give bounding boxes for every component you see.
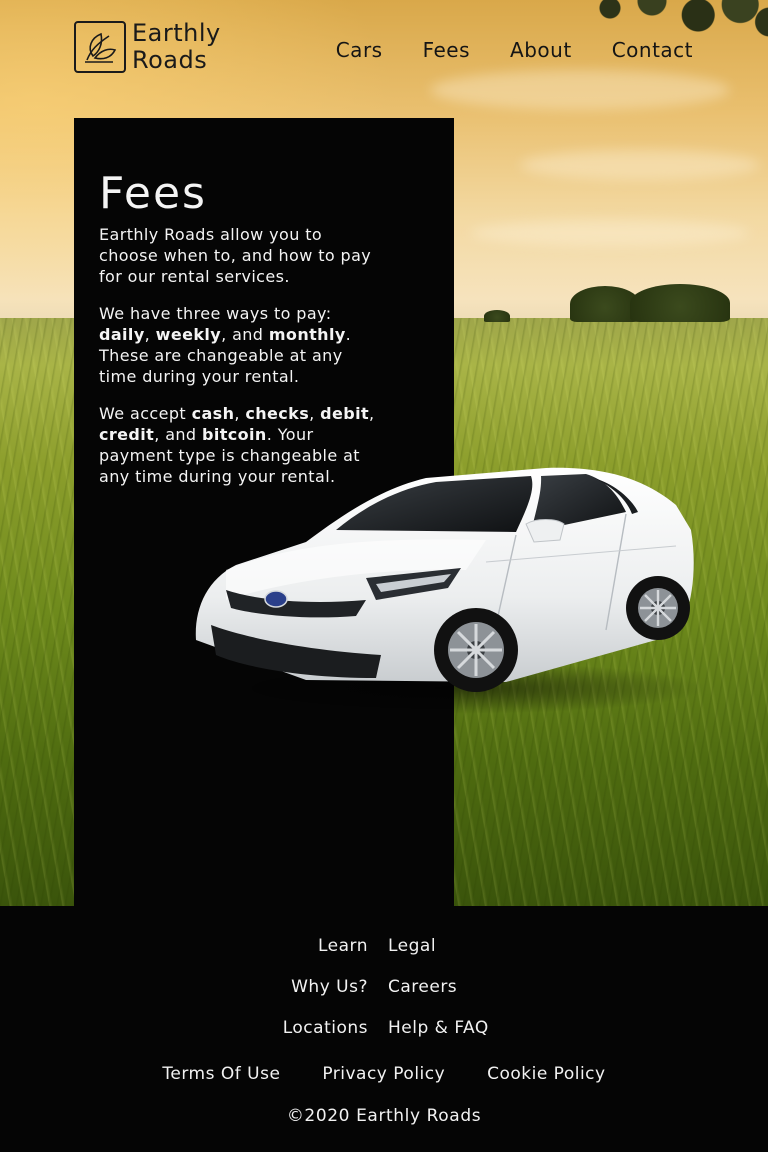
cloud bbox=[430, 70, 730, 110]
policy-links: Terms Of Use Privacy Policy Cookie Polic… bbox=[0, 1064, 768, 1084]
cloud bbox=[520, 150, 760, 180]
nav-contact[interactable]: Contact bbox=[612, 38, 693, 62]
page-title: Fees bbox=[99, 168, 207, 219]
footer-link-learn[interactable]: Learn bbox=[318, 936, 368, 956]
footer-row: Locations Help & FAQ bbox=[0, 1018, 768, 1059]
footer-link-careers[interactable]: Careers bbox=[388, 977, 457, 997]
cookie-policy-link[interactable]: Cookie Policy bbox=[487, 1064, 606, 1084]
brand-name-line2: Roads bbox=[132, 46, 208, 74]
option-daily: daily bbox=[99, 325, 145, 344]
copyright: ©2020 Earthly Roads bbox=[286, 1106, 482, 1126]
method-cash: cash bbox=[191, 404, 235, 423]
method-bitcoin: bitcoin bbox=[201, 425, 267, 444]
main-nav: Cars Fees About Contact bbox=[296, 38, 693, 62]
option-monthly: monthly bbox=[268, 325, 346, 344]
privacy-policy-link[interactable]: Privacy Policy bbox=[322, 1064, 445, 1084]
method-credit: credit bbox=[99, 425, 155, 444]
footer-link-locations[interactable]: Locations bbox=[283, 1018, 368, 1038]
footer-row: Learn Legal bbox=[0, 936, 768, 977]
text-fragment: , bbox=[309, 404, 321, 423]
footer-row: Why Us? Careers bbox=[0, 977, 768, 1018]
brand-logo[interactable]: Earthly Roads bbox=[74, 20, 221, 74]
footer-link-legal[interactable]: Legal bbox=[388, 936, 436, 956]
brand-name-line1: Earthly bbox=[132, 19, 221, 47]
text-fragment: We accept bbox=[99, 404, 192, 423]
tree bbox=[630, 284, 730, 322]
footer-link-why-us[interactable]: Why Us? bbox=[291, 977, 368, 997]
option-weekly: weekly bbox=[155, 325, 222, 344]
fees-intro: Earthly Roads allow you to choose when t… bbox=[99, 225, 372, 286]
text-fragment: , bbox=[234, 404, 246, 423]
nav-cars[interactable]: Cars bbox=[336, 38, 383, 62]
footer-link-help-faq[interactable]: Help & FAQ bbox=[388, 1018, 489, 1038]
method-checks: checks bbox=[245, 404, 310, 423]
text-fragment: , bbox=[369, 404, 375, 423]
method-debit: debit bbox=[320, 404, 370, 423]
terms-of-use-link[interactable]: Terms Of Use bbox=[162, 1064, 280, 1084]
cloud bbox=[470, 220, 750, 246]
text-fragment: We have three ways to pay: bbox=[99, 304, 332, 323]
car-image bbox=[195, 467, 706, 714]
nav-about[interactable]: About bbox=[510, 38, 572, 62]
site-footer: Learn Legal Why Us? Careers Locations He… bbox=[0, 906, 768, 1152]
nav-fees[interactable]: Fees bbox=[423, 38, 470, 62]
brand-name: Earthly Roads bbox=[132, 20, 221, 74]
tree bbox=[484, 310, 510, 322]
text-fragment: , and bbox=[221, 325, 269, 344]
leaf-icon bbox=[74, 21, 126, 73]
footer-links: Learn Legal Why Us? Careers Locations He… bbox=[0, 936, 768, 1059]
text-fragment: , bbox=[144, 325, 156, 344]
text-fragment: , and bbox=[154, 425, 202, 444]
payment-frequency-text: We have three ways to pay: daily, weekly… bbox=[99, 303, 381, 387]
